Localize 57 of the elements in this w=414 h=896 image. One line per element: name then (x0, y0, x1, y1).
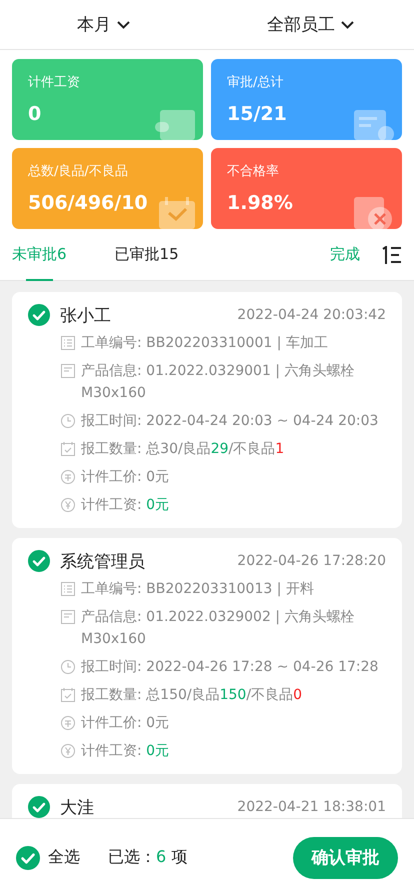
stat-label: 不合格率 (227, 163, 280, 180)
worker-name: 大洼 (60, 796, 94, 818)
coin-icon (61, 716, 75, 730)
detail-text: 工单编号: BB202203310013 | 开料 (81, 580, 314, 599)
detail-text: 计件工资: 0元 (81, 496, 170, 515)
tab[interactable]: 已审批15 (114, 228, 179, 280)
clock-icon (61, 660, 75, 674)
checkbox-icon[interactable] (28, 304, 50, 326)
list-icon (61, 582, 75, 596)
checkbox-icon[interactable] (28, 550, 50, 572)
detail-text: 计件工资: 0元 (81, 742, 170, 761)
select-all-checkbox[interactable]: 全选 (16, 846, 80, 870)
coin-icon (61, 470, 75, 484)
detail-text: 报工时间: 2022-04-26 17:28 ~ 04-26 17:28 (81, 658, 378, 677)
detail-text: 计件工价: 0元 (81, 714, 170, 733)
stat-value: 1.98% (227, 192, 294, 214)
stat-label: 审批/总计 (227, 74, 284, 91)
report-time: 2022-04-21 18:38:01 (237, 799, 386, 815)
sort-icon[interactable] (382, 246, 402, 264)
stat-value: 0 (28, 103, 42, 125)
document-icon (61, 610, 75, 624)
yen-icon (61, 498, 75, 512)
wallet-icon (155, 110, 195, 140)
stat-label: 计件工资 (28, 74, 81, 91)
stat-label: 总数/良品/不良品 (28, 163, 129, 180)
detail-text: 报工时间: 2022-04-24 20:03 ~ 04-24 20:03 (81, 412, 378, 431)
detail-text: 报工数量: 总30/良品29/不良品1 (81, 440, 284, 459)
clock-icon (61, 414, 75, 428)
detail-text: 计件工价: 0元 (81, 468, 170, 487)
chevron-down-icon (117, 20, 130, 28)
yen-icon (61, 744, 75, 758)
chevron-down-icon (341, 20, 354, 28)
detail-text: 报工数量: 总150/良品150/不良品0 (81, 686, 302, 705)
detail-text: 产品信息: 01.2022.0329001 | 六角头螺栓 M30x160 (81, 362, 356, 403)
report-card[interactable]: 系统管理员 2022-04-26 17:28:20 工单编号: BB202203310013 | 开料 产品信息: 01.2022.0329002 | 六角头螺栓 M30x160 报工时间: 2022-04-26 17:28 ~ 04-26 17:28 报工数量: 总150/良品150/不良品0 计件工价: 0元 计件工资: 0元 (12, 538, 402, 774)
list-icon (61, 336, 75, 350)
filter-dropdown[interactable]: 本月 (0, 0, 207, 49)
report-time: 2022-04-24 20:03:42 (237, 307, 386, 323)
stat-value: 506/496/10 (28, 192, 149, 214)
calendar-icon (159, 197, 195, 229)
document-icon (61, 364, 75, 378)
filter-dropdown[interactable]: 全部员工 (207, 0, 414, 49)
document-icon (354, 110, 394, 140)
checkbox-icon[interactable] (28, 796, 50, 818)
stat-value: 15/21 (227, 103, 288, 125)
report-card[interactable]: 张小工 2022-04-24 20:03:42 工单编号: BB202203310001 | 车加工 产品信息: 01.2022.0329001 | 六角头螺栓 M30x160 报工时间: 2022-04-24 20:03 ~ 04-24 20:03 报工数量: 总30/良品29/不良品1 计件工价: 0元 计件工资: 0元 (12, 292, 402, 528)
selected-count-text: 已选：6 项 (108, 847, 188, 868)
calendar-check-icon (61, 442, 75, 456)
report-time: 2022-04-26 17:28:20 (237, 553, 386, 569)
worker-name: 张小工 (60, 304, 111, 326)
detail-text: 工单编号: BB202203310001 | 车加工 (81, 334, 328, 353)
report-card[interactable]: 大洼 2022-04-21 18:38:01 (12, 784, 402, 818)
checkbox-icon[interactable] (16, 846, 40, 870)
reject-icon (354, 197, 394, 229)
detail-text: 产品信息: 01.2022.0329002 | 六角头螺栓 M30x160 (81, 608, 356, 649)
worker-name: 系统管理员 (60, 550, 145, 572)
calendar-check-icon (61, 688, 75, 702)
